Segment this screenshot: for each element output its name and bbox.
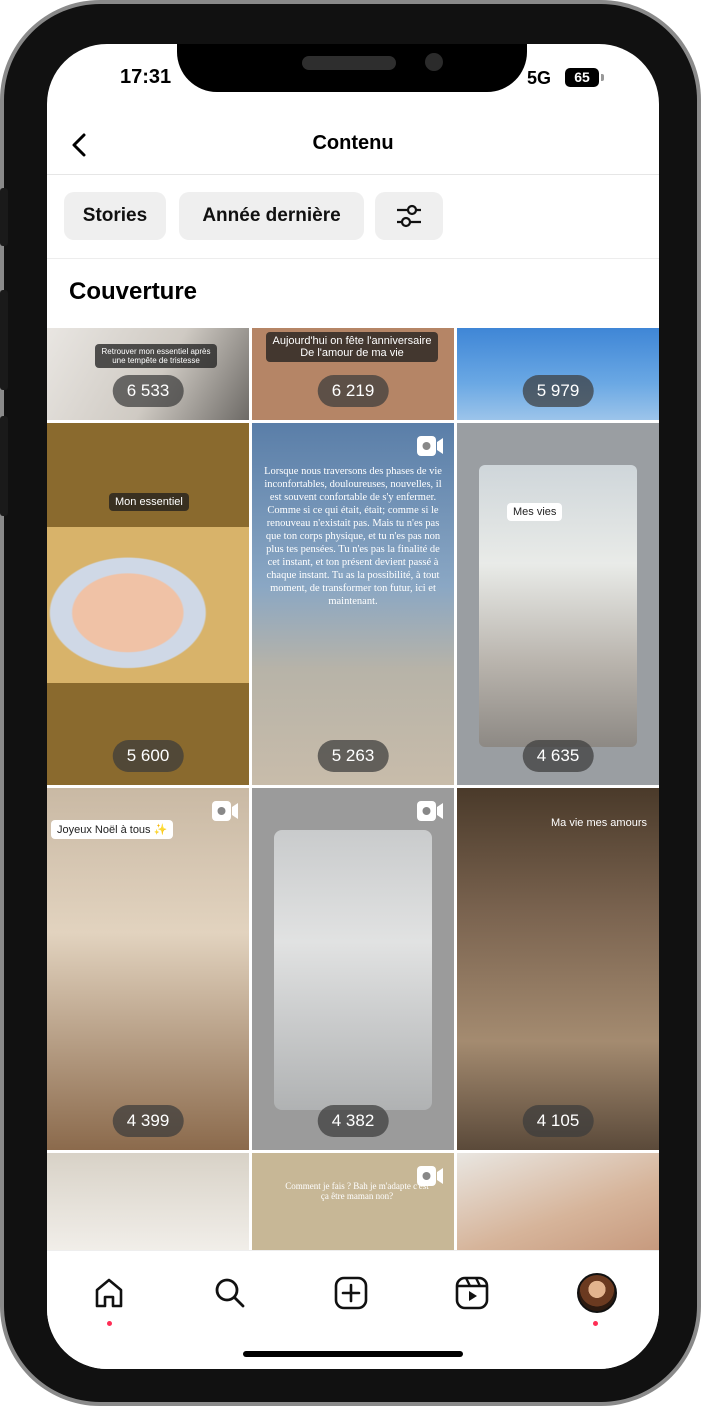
view-count-badge: 5 600 [112,740,184,772]
grid-tile[interactable] [457,1153,659,1250]
story-caption: Aujourd'hui on fête l'anniversaire De l'… [266,332,438,362]
grid-tile[interactable]: Ma vie mes amours 4 105 [457,788,659,1150]
volume-up-button [0,290,8,390]
view-count-badge: 4 635 [522,740,594,772]
filter-settings-button[interactable] [375,192,443,240]
home-notification-dot [107,1321,112,1326]
view-count-badge: 5 979 [522,375,594,407]
story-caption: Mes vies [507,503,563,521]
view-count-badge: 5 263 [317,740,389,772]
view-count-badge: 6 219 [317,375,389,407]
screen: 17:31 5G 65 Contenu Stories Année derniè… [47,44,659,1369]
filter-bar: Stories Année dernière [47,174,659,259]
grid-tile[interactable] [47,1153,249,1250]
stories-filter-chip[interactable]: Stories [64,192,166,240]
status-time: 17:31 [120,66,172,88]
video-icon [212,801,238,821]
photo [47,527,249,683]
section-title: Couverture [69,278,198,305]
view-count-badge: 4 382 [317,1105,389,1137]
grid-tile[interactable]: Comment je fais ? Bah je m'adapte c'est … [252,1153,454,1250]
grid-tile[interactable]: Joyeux Noël à tous ✨ 4 399 [47,788,249,1150]
grid-tile[interactable]: 4 382 [252,788,454,1150]
search-icon[interactable] [210,1273,250,1313]
story-caption: Lorsque nous traversons des phases de vi… [264,466,442,607]
page-title: Contenu [312,132,394,154]
grid-tile[interactable]: Mon essentiel 5 600 [47,423,249,785]
profile-notification-dot [593,1321,598,1326]
grid-tile[interactable]: 5 979 [457,328,659,420]
nav-header: Contenu [47,114,659,175]
story-caption: Ma vie mes amours [551,817,647,829]
story-caption: Joyeux Noël à tous ✨ [51,820,174,839]
story-caption: Mon essentiel [109,493,189,511]
speaker [302,56,396,70]
grid-tile[interactable]: Lorsque nous traversons des phases de vi… [252,423,454,785]
home-icon[interactable] [89,1273,129,1313]
content-grid: Retrouver mon essentiel après une tempêt… [47,328,659,1250]
grid-tile[interactable]: Aujourd'hui on fête l'anniversaire De l'… [252,328,454,420]
period-filter-chip[interactable]: Année dernière [179,192,364,240]
grid-tile[interactable]: Mes vies 4 635 [457,423,659,785]
view-count-badge: 6 533 [112,375,184,407]
home-indicator [243,1351,463,1357]
story-caption: Comment je fais ? Bah je m'adapte c'est … [285,1181,429,1201]
profile-avatar[interactable] [577,1273,617,1313]
mute-switch [0,188,8,246]
battery-icon: 65 [565,68,599,87]
front-camera [425,53,443,71]
view-count-badge: 4 399 [112,1105,184,1137]
create-post-icon[interactable] [331,1273,371,1313]
video-icon [417,801,443,821]
photo [274,830,432,1110]
video-icon [417,436,443,456]
story-caption: Retrouver mon essentiel après une tempêt… [95,344,217,368]
reels-icon[interactable] [452,1273,492,1313]
sliders-icon [397,204,421,228]
volume-down-button [0,416,8,516]
network-indicator: 5G [527,68,552,88]
battery-tip [601,74,604,81]
view-count-badge: 4 105 [522,1105,594,1137]
grid-tile[interactable]: Retrouver mon essentiel après une tempêt… [47,328,249,420]
